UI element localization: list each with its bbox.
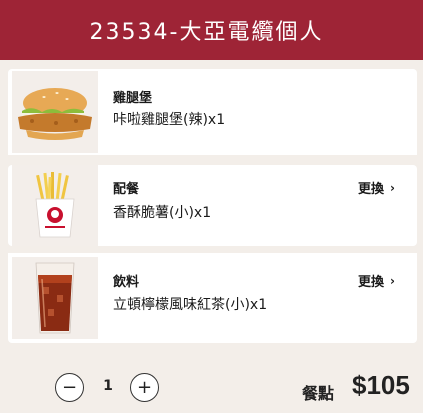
quantity-value: 1	[103, 378, 113, 394]
order-page: 23534-大亞電纜個人 雞腿堡 咔啦雞腿堡(辣)x1 配餐 香酥脆薯(小)x1…	[0, 0, 423, 413]
page-title: 23534-大亞電纜個人	[89, 20, 324, 45]
change-drink-button[interactable]: 更換 ›	[358, 271, 395, 291]
item-name: 咔啦雞腿堡(辣)x1	[113, 112, 226, 128]
header-bar: 23534-大亞電纜個人	[0, 0, 423, 60]
item-name: 香酥脆薯(小)x1	[113, 205, 212, 221]
price-label: 餐點	[302, 384, 335, 403]
price-value: $105	[352, 370, 410, 400]
meal-item-side: 配餐 香酥脆薯(小)x1 更換 ›	[8, 165, 417, 246]
iced-tea-image	[12, 257, 98, 339]
meal-item-drink: 飲料 立頓檸檬風味紅茶(小)x1 更換 ›	[8, 253, 417, 343]
plus-icon: +	[136, 377, 153, 398]
minus-icon: −	[61, 377, 78, 398]
chicken-burger-image	[12, 71, 98, 153]
change-side-button[interactable]: 更換 ›	[358, 178, 395, 198]
fries-image	[12, 165, 98, 246]
item-name: 立頓檸檬風味紅茶(小)x1	[113, 297, 268, 313]
meal-item-main: 雞腿堡 咔啦雞腿堡(辣)x1	[8, 69, 417, 155]
chevron-right-icon: ›	[390, 180, 395, 195]
item-category: 飲料	[113, 275, 140, 290]
item-category: 雞腿堡	[113, 91, 153, 106]
increase-quantity-button[interactable]: +	[130, 373, 159, 402]
item-category: 配餐	[113, 182, 140, 197]
change-label: 更換	[358, 182, 385, 197]
chevron-right-icon: ›	[390, 273, 395, 288]
decrease-quantity-button[interactable]: −	[55, 373, 84, 402]
change-label: 更換	[358, 275, 385, 290]
